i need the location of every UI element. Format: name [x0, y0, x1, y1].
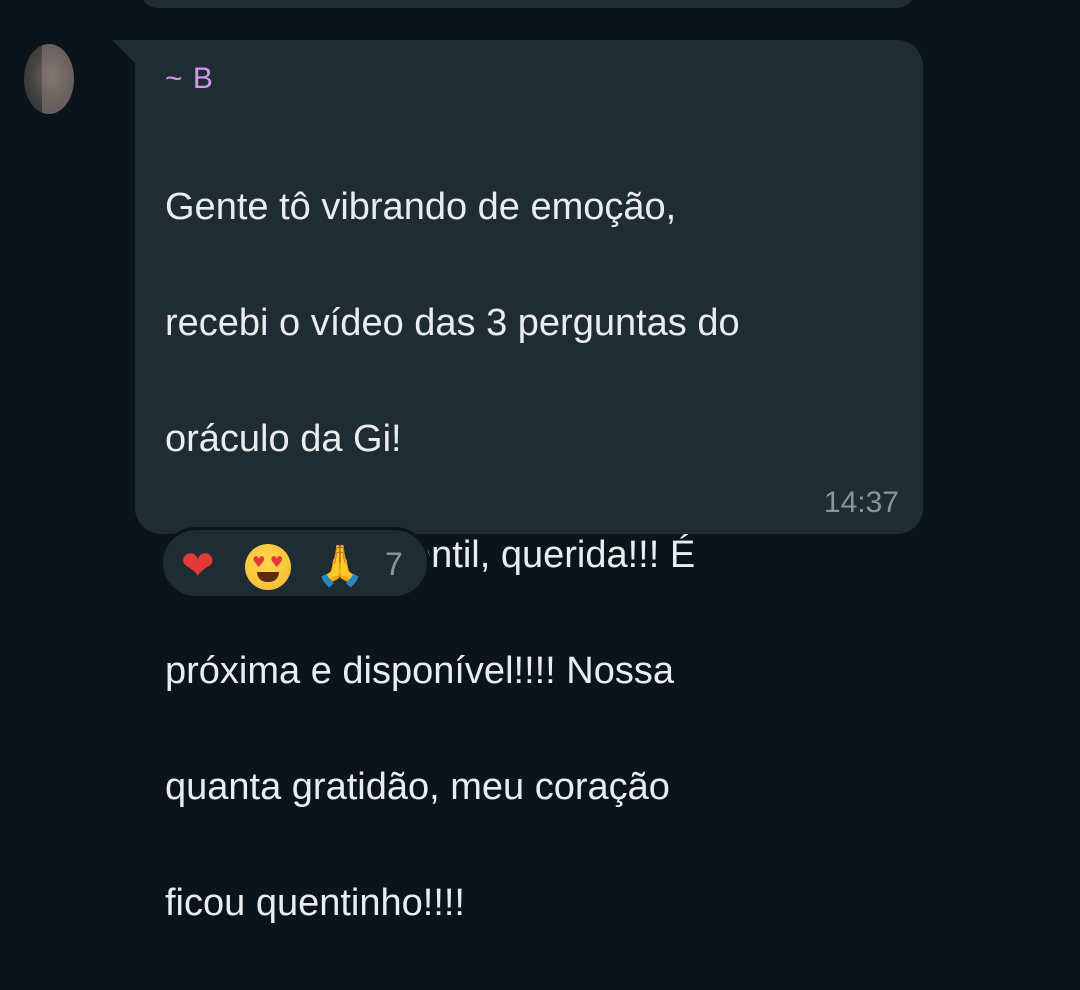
- avatar-image: [42, 44, 74, 114]
- previous-message-bubble[interactable]: [140, 0, 915, 8]
- message-bubble[interactable]: ~ B Gente tô vibrando de emoção, recebi …: [135, 40, 923, 924]
- sender-avatar[interactable]: [24, 44, 74, 114]
- reaction-count: 7: [385, 546, 403, 582]
- message-line: recebi o vídeo das 3 perguntas do: [165, 302, 740, 344]
- message-line: quanta gratidão, meu coração: [165, 766, 670, 808]
- folded-hands-icon: 🙏: [315, 543, 365, 589]
- reactions-pill[interactable]: ❤ ♥ ♥ 🙏 7: [160, 527, 430, 599]
- message-line: próxima e disponível!!!! Nossa: [165, 650, 675, 692]
- heart-icon: ❤: [181, 543, 215, 589]
- message-line: oráculo da Gi!: [165, 418, 402, 460]
- sender-name[interactable]: ~ B: [165, 62, 214, 96]
- bubble-tail: [112, 40, 136, 64]
- message-line: ficou quentinho!!!!: [165, 882, 465, 924]
- message-timestamp: 14:37: [823, 486, 899, 519]
- message-line: Gente tô vibrando de emoção,: [165, 186, 677, 228]
- heart-eyes-face-icon: ♥ ♥: [245, 544, 291, 599]
